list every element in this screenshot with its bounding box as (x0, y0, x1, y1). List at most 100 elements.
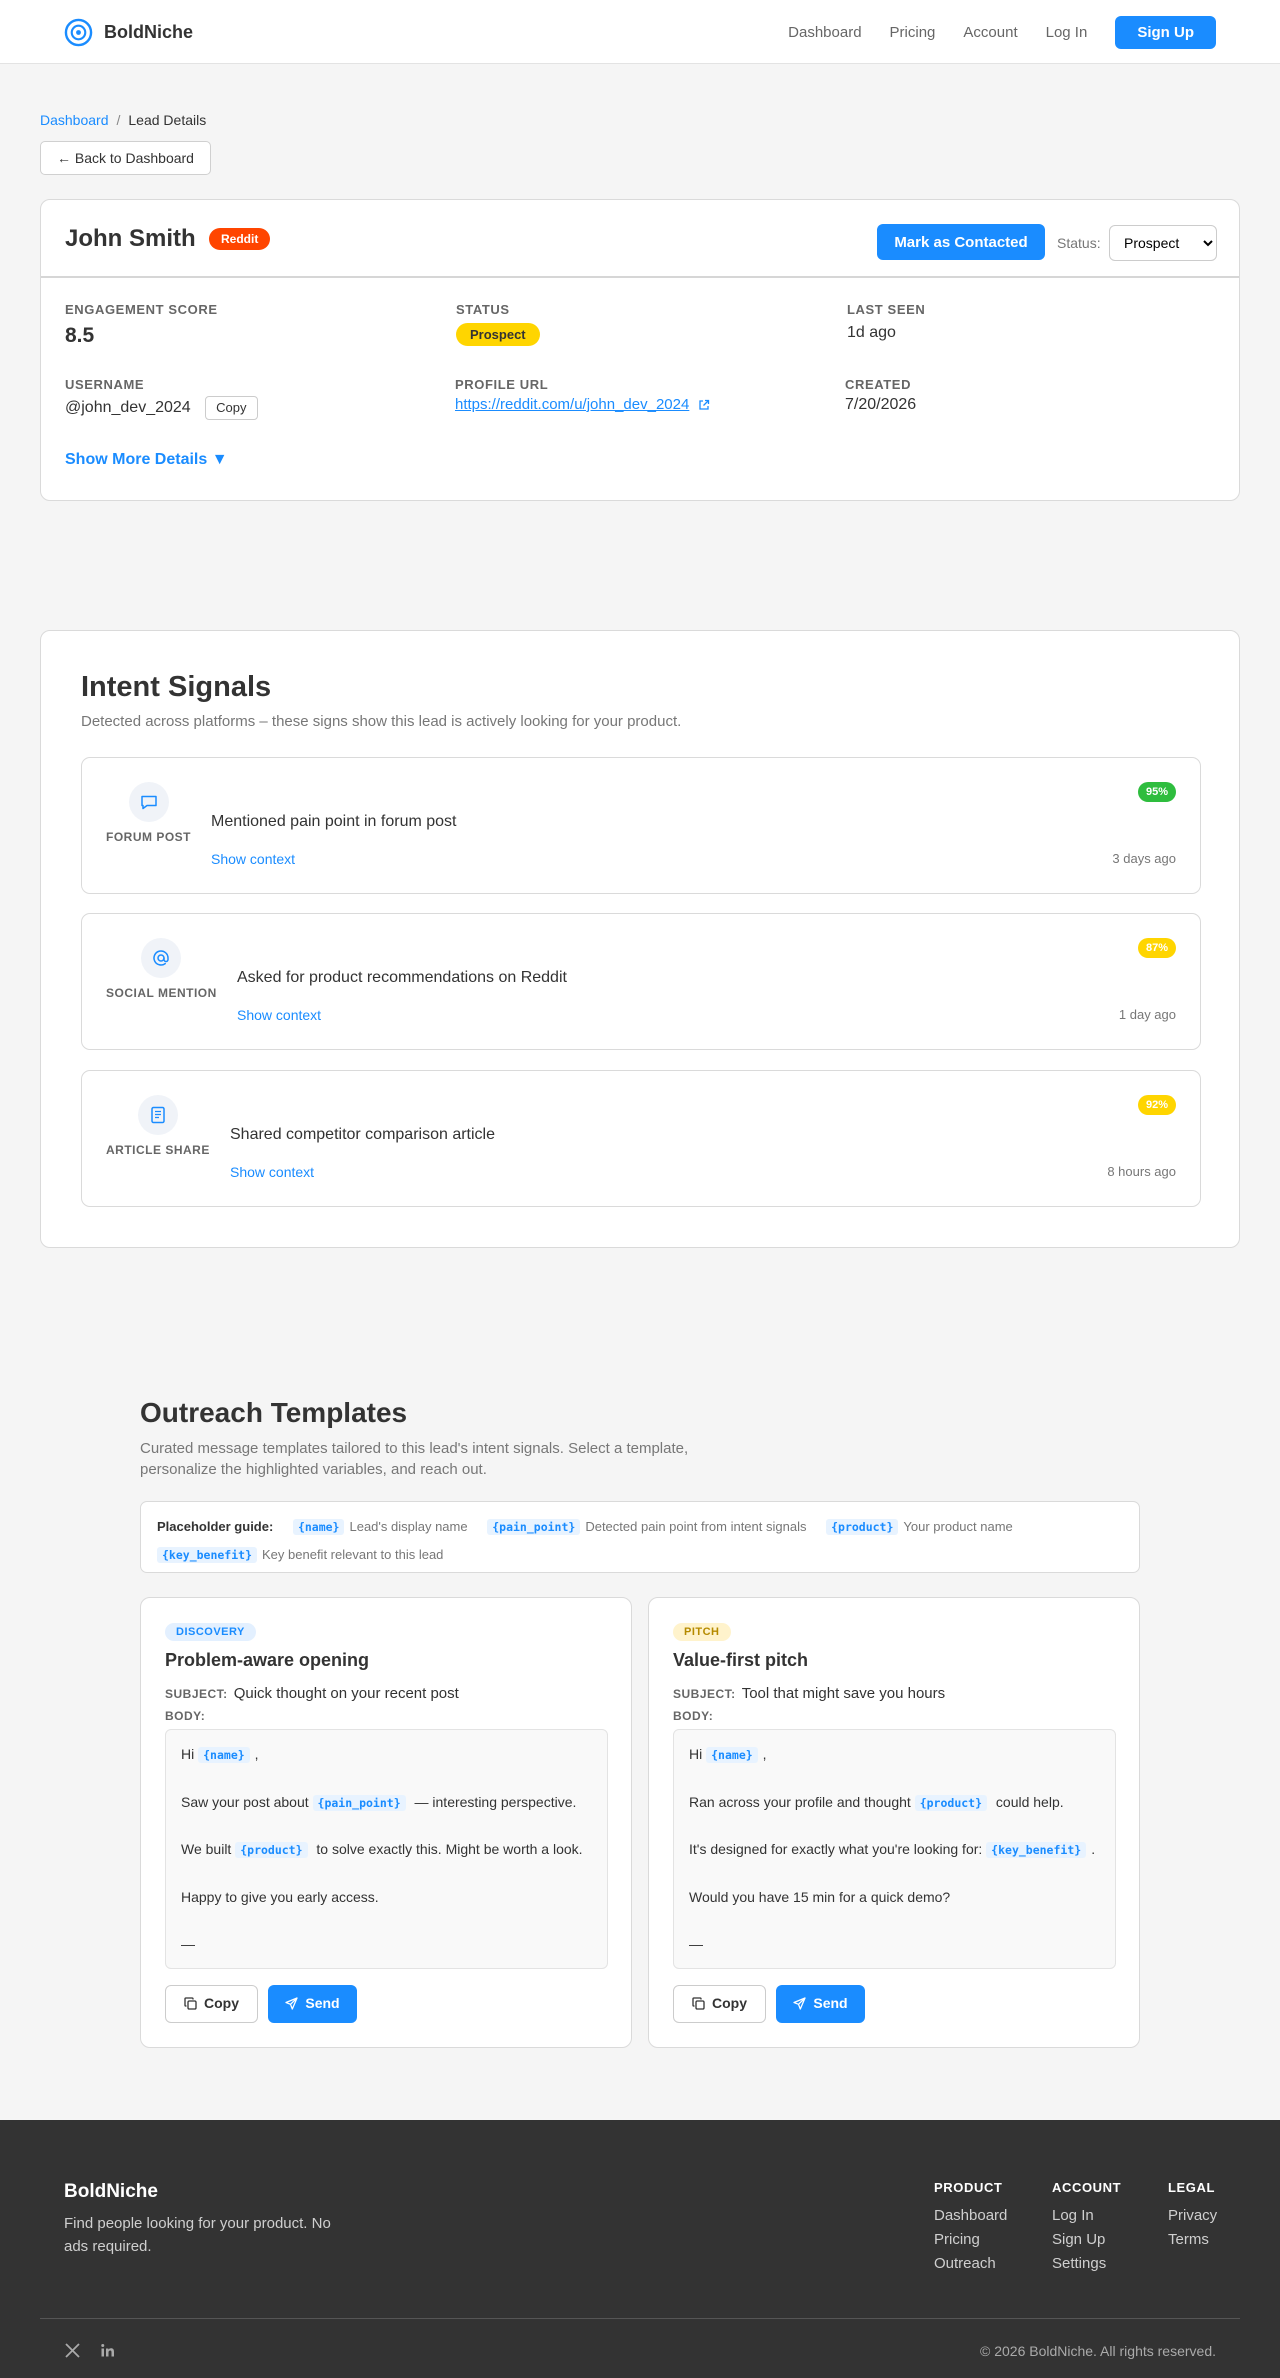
nav-link-login[interactable]: Log In (1046, 24, 1088, 41)
lead-name: John Smith (65, 225, 196, 252)
body-text: to solve exactly this. Might be worth a … (312, 1841, 583, 1857)
guide-item: {key_benefit} Key benefit relevant to thi… (157, 1547, 444, 1563)
body-text: Hi (689, 1746, 707, 1762)
placeholder-token: {key_benefit} (986, 1842, 1087, 1858)
send-label: Send (305, 1995, 340, 2012)
body-text: . (1091, 1841, 1096, 1857)
footer-link-outreach[interactable]: Outreach (934, 2252, 1007, 2276)
footer-link-pricing[interactable]: Pricing (934, 2228, 1007, 2252)
document-icon (138, 1095, 178, 1135)
body-line: Hi {name}, (689, 1744, 1100, 1792)
username-label: USERNAME (65, 377, 145, 392)
send-template-button[interactable]: Send (776, 1985, 865, 2023)
breadcrumb-dashboard-link[interactable]: Dashboard (40, 112, 109, 128)
body-line: — (181, 1934, 592, 1982)
nav-link-account[interactable]: Account (963, 24, 1017, 41)
footer-link-login[interactable]: Log In (1052, 2204, 1121, 2228)
footer-link-settings[interactable]: Settings (1052, 2252, 1121, 2276)
signal-score-badge: 95% (1137, 782, 1176, 802)
lead-details-card: John Smith Reddit Mark as Contacted Stat… (40, 199, 1240, 501)
copy-icon (184, 1997, 197, 2010)
signal-time: 1 day ago (1118, 1007, 1176, 1022)
guide-item: {product} Your product name (826, 1519, 1013, 1535)
send-label: Send (813, 1995, 848, 2012)
placeholder-token: {pain_point} (487, 1519, 581, 1535)
signal-score-badge: 87% (1137, 938, 1176, 958)
show-context-link[interactable]: Show context (230, 1164, 314, 1180)
copy-template-button[interactable]: Copy (673, 1985, 766, 2023)
placeholder-token: {name} (706, 1747, 758, 1763)
footer-brand: BoldNiche (64, 2181, 158, 2202)
profile-url-link[interactable]: https://reddit.com/u/john_dev_2024 (455, 396, 689, 413)
created-value: 7/20/2026 (845, 396, 917, 413)
show-context-link[interactable]: Show context (237, 1007, 321, 1023)
template-subject: SUBJECT: Tool that might save you hours (673, 1685, 945, 1702)
placeholder-desc: Key benefit relevant to this lead (262, 1547, 444, 1562)
last-seen-value: 1d ago (847, 324, 896, 341)
footer-link-signup[interactable]: Sign Up (1052, 2228, 1121, 2252)
body-text: Would you have 15 min for a quick demo? (689, 1888, 951, 1905)
profile-url-label: PROFILE URL (455, 377, 549, 392)
send-icon (285, 1997, 299, 2010)
nav-link-pricing[interactable]: Pricing (890, 24, 936, 41)
body-line: Saw your post about {pain_point} — inter… (181, 1792, 592, 1840)
x-icon[interactable] (64, 2342, 81, 2359)
mark-as-contacted-button[interactable]: Mark as Contacted (877, 224, 1045, 260)
placeholder-guide-label: Placeholder guide: (157, 1519, 274, 1534)
body-text: We built (181, 1841, 236, 1857)
copy-label: Copy (204, 1995, 239, 2012)
signal-card-article-share: ARTICLE SHARE Shared competitor comparis… (81, 1070, 1201, 1207)
template-name: Value-first pitch (673, 1650, 809, 1670)
footer-link-privacy[interactable]: Privacy (1168, 2204, 1217, 2228)
copy-template-button[interactable]: Copy (165, 1985, 258, 2023)
template-body[interactable]: Hi {name}, Saw your post about {pain_poi… (165, 1729, 608, 1969)
template-subject: SUBJECT: Quick thought on your recent pos… (165, 1685, 459, 1702)
footer-link-dashboard[interactable]: Dashboard (934, 2204, 1007, 2228)
external-link-icon[interactable] (698, 399, 710, 411)
intent-signals-title: Intent Signals (81, 671, 272, 703)
placeholder-token: {name} (292, 1519, 345, 1535)
footer-column-product: PRODUCT Dashboard Pricing Outreach (934, 2180, 1007, 2276)
copy-label: Copy (712, 1995, 747, 2012)
nav-link-dashboard[interactable]: Dashboard (788, 24, 861, 41)
target-logo-icon (64, 18, 93, 47)
show-context-link[interactable]: Show context (211, 851, 295, 867)
send-template-button[interactable]: Send (268, 1985, 357, 2023)
last-seen-label: LAST SEEN (847, 302, 926, 317)
intent-signals-card: Intent Signals Detected across platforms… (40, 630, 1240, 1248)
placeholder-token: {name} (198, 1747, 250, 1763)
footer-divider (40, 2318, 1240, 2319)
created-field: CREATED 7/20/2026 (845, 377, 916, 414)
footer-link-terms[interactable]: Terms (1168, 2228, 1217, 2252)
brand-name: BoldNiche (104, 22, 194, 42)
footer-tagline: Find people looking for your product. No… (64, 2215, 331, 2255)
placeholder-token: {product} (235, 1842, 308, 1858)
back-to-dashboard-button[interactable]: ← Back to Dashboard (40, 141, 211, 175)
username-field: USERNAME @john_dev_2024 Copy (65, 377, 258, 420)
body-text: Saw your post about (181, 1793, 313, 1810)
signup-button[interactable]: Sign Up (1115, 16, 1216, 49)
copy-username-button[interactable]: Copy (205, 396, 258, 420)
template-tag: DISCOVERY (165, 1623, 256, 1641)
status-select[interactable]: Prospect (1109, 225, 1217, 261)
body-line: We built {product} to solve exactly this… (181, 1839, 592, 1887)
show-more-details-toggle[interactable]: Show More Details ▼ (65, 451, 228, 469)
footer-column-title: PRODUCT (934, 2180, 1003, 2195)
body-text: could help. (992, 1793, 1064, 1810)
username-row: @john_dev_2024 Copy (65, 396, 258, 420)
signal-text: Mentioned pain point in forum post (211, 813, 457, 830)
body-line: It's designed for exactly what you're lo… (689, 1839, 1100, 1887)
brand-logo[interactable]: BoldNiche (64, 18, 193, 47)
status-badge: Prospect (456, 323, 540, 346)
engagement-score-value: 8.5 (65, 324, 95, 347)
top-navbar: BoldNiche Dashboard Pricing Account Log … (0, 0, 1280, 64)
body-text: — interesting perspective. (410, 1793, 577, 1810)
profile-url-field: PROFILE URL https://reddit.com/u/john_de… (455, 377, 710, 413)
guide-item: {name} Lead's display name (292, 1519, 468, 1535)
template-body[interactable]: Hi {name}, Ran across your profile and t… (673, 1729, 1116, 1969)
footer-copyright: © 2026 BoldNiche. All rights reserved. (980, 2343, 1216, 2359)
linkedin-icon[interactable] (99, 2342, 116, 2359)
body-line: Would you have 15 min for a quick demo? (689, 1887, 1100, 1935)
body-label: BODY: (673, 1709, 714, 1723)
signal-text: Asked for product recommendations on Red… (237, 969, 567, 986)
